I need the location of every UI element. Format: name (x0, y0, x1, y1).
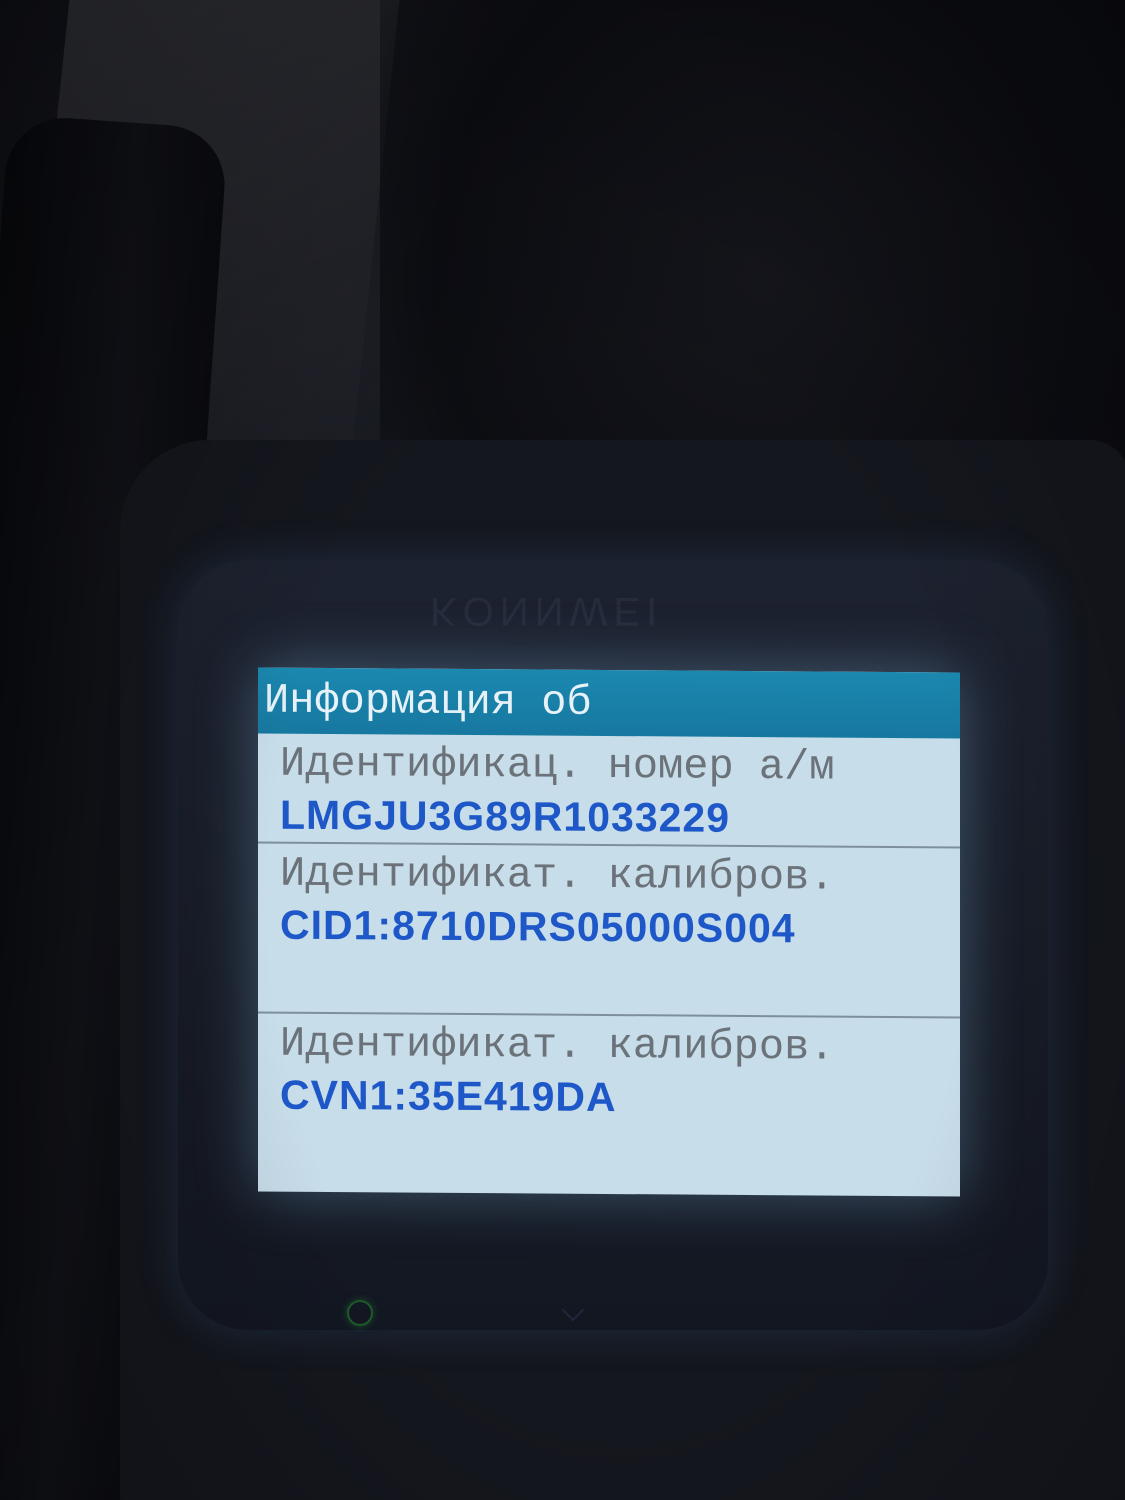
power-led-icon (347, 1300, 373, 1326)
screen-title: Информация об (264, 676, 592, 727)
screen-title-bar: Информация об (258, 667, 960, 739)
row-value: CID1:8710DRS05000S004 (280, 901, 796, 952)
row-label: Идентификат. калибров. (280, 1019, 835, 1072)
row-label: Идентификат. калибров. (280, 849, 835, 902)
info-row-calibration-verification[interactable]: Идентификат. калибров. CVN1:35E419DA (258, 1014, 960, 1189)
info-row-vin[interactable]: Идентификац. номер а/м LMGJU3G89R1033229 (258, 733, 960, 849)
row-value: CVN1:35E419DA (280, 1071, 617, 1121)
row-value: LMGJU3G89R1033229 (280, 791, 731, 841)
lcd-screen: Информация об Идентификац. номер а/м LMG… (258, 667, 960, 1197)
brand-logo: KONNWEI (430, 589, 664, 633)
info-row-calibration-id[interactable]: Идентификат. калибров. CID1:8710DRS05000… (258, 843, 960, 1019)
photo-scene: KONNWEI Информация об Идентификац. номер… (0, 0, 1125, 1500)
row-label: Идентификац. номер а/м (280, 739, 835, 792)
